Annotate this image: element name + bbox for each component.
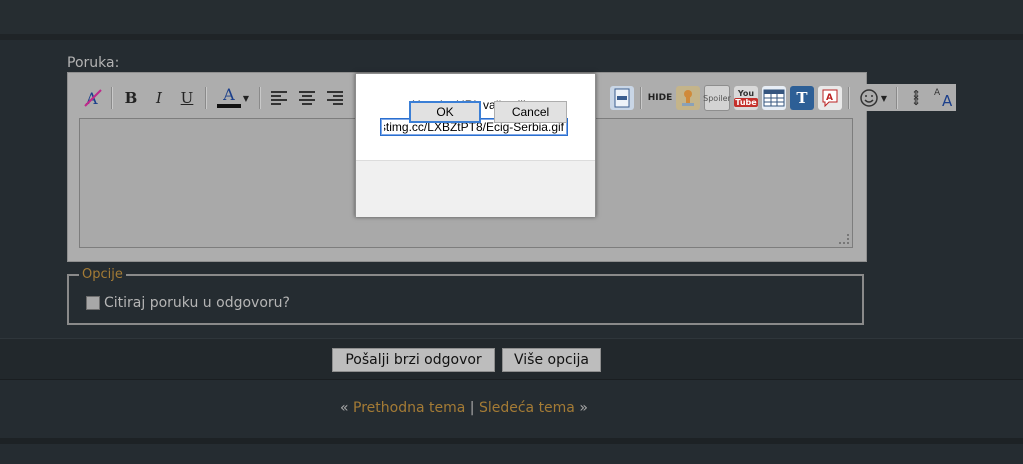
user-stamp-button[interactable] [676,86,700,110]
italic-button[interactable]: I [147,86,171,110]
font-color-swatch [216,104,241,108]
svg-text:A: A [826,93,833,103]
next-topic-link[interactable]: Sledeća tema [479,400,575,416]
smiley-icon [860,89,878,107]
editor-toolbar: A B I U A ▼ [79,82,349,114]
youtube-button[interactable]: You Tube [734,86,758,110]
font-size-small-letter: A [934,88,941,98]
toolbar-separator [111,87,113,109]
align-right-icon [327,91,343,105]
align-right-button[interactable] [323,86,347,110]
prev-marker: « [340,400,349,416]
toolbar-separator [259,87,261,109]
quote-checkbox[interactable] [86,296,100,310]
quote-option-row: Citiraj poruku u odgovoru? [86,295,290,311]
remove-format-icon[interactable]: A [81,86,105,110]
cancel-button[interactable]: Cancel [494,101,567,123]
align-center-icon [299,91,315,105]
options-legend: Opcije [82,267,123,282]
insert-php-button[interactable] [610,86,634,110]
quick-reply-button[interactable]: Pošalji brzi odgovor [332,348,495,372]
nav-separator: | [469,400,475,416]
next-marker: » [579,400,588,416]
align-left-icon [271,91,287,105]
insert-table-button[interactable] [762,86,786,110]
font-size-button[interactable]: A A [932,86,956,110]
code-file-icon [614,88,630,108]
underline-button[interactable]: U [175,86,199,110]
message-label: Poruka: [67,55,120,71]
emoticons-button[interactable]: ▼ [856,86,890,110]
image-url-prompt-dialog: Unesite URL vaše slike: [355,73,596,217]
expand-button[interactable]: ⇕ ⇕ [904,86,928,110]
stamp-icon [682,90,694,106]
arrows-vertical-icon: ⇕ ⇕ [911,88,921,108]
hide-button[interactable]: HIDE [648,86,673,110]
font-color-button[interactable]: A ▼ [213,86,253,110]
youtube-bottom-label: Tube [734,98,758,107]
align-left-button[interactable] [267,86,291,110]
header-band [0,0,1023,40]
speech-bubble-icon: A [822,89,838,108]
font-size-big-letter: A [942,92,953,110]
more-options-button[interactable]: Više opcija [502,348,601,372]
chevron-down-icon: ▼ [242,93,250,103]
table-icon [763,89,785,107]
quote-button[interactable]: A [818,86,842,110]
text-style-button[interactable]: T [790,86,814,110]
quote-checkbox-label[interactable]: Citiraj poruku u odgovoru? [104,295,290,311]
toolbar-separator [640,87,642,109]
toolbar-separator [896,87,898,109]
youtube-top-label: You [737,89,755,98]
toolbar-separator [205,87,207,109]
ok-button[interactable]: OK [409,101,481,123]
font-color-letter: A [223,85,235,104]
spoiler-button[interactable]: Spoiler [703,85,731,111]
dialog-footer [356,160,595,217]
resize-handle-icon[interactable] [839,234,849,244]
chevron-down-icon: ▼ [880,93,888,103]
bold-button[interactable]: B [119,86,143,110]
editor-toolbar-right: HIDE Spoiler You Tube T A ▼ ⇕ ⇕ A A [608,82,958,114]
align-center-button[interactable] [295,86,319,110]
toolbar-separator [848,87,850,109]
prev-topic-link[interactable]: Prethodna tema [353,400,465,416]
footer-band [0,444,1023,464]
topic-navigation: « Prethodna tema | Sledeća tema » [340,400,588,416]
